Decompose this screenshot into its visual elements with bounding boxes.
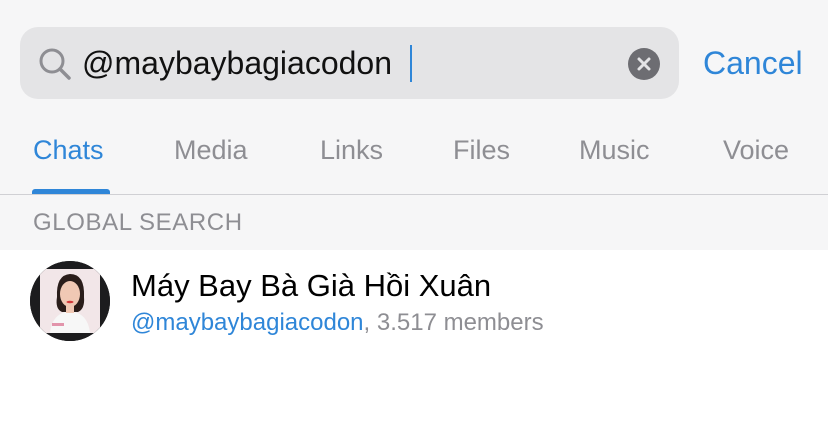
tab-voice[interactable]: Voice — [723, 130, 789, 170]
result-member-count: 3.517 members — [376, 309, 544, 336]
close-icon — [637, 57, 651, 71]
search-results-list: Máy Bay Bà Già Hồi Xuân @maybaybagiacodo… — [0, 250, 828, 428]
tab-media[interactable]: Media — [174, 130, 248, 170]
result-separator: , — [363, 309, 377, 336]
tabs-divider — [0, 194, 828, 195]
search-icon — [39, 48, 71, 80]
result-title: Máy Bay Bà Già Hồi Xuân — [131, 268, 492, 303]
result-subtitle: @maybaybagiacodon, 3.517 members — [131, 308, 544, 338]
tab-links[interactable]: Links — [320, 130, 383, 170]
result-username: @maybaybagiacodon — [131, 309, 364, 336]
avatar — [30, 261, 110, 341]
tab-chats[interactable]: Chats — [33, 130, 104, 170]
profile-photo-icon — [30, 261, 110, 341]
tab-music[interactable]: Music — [579, 130, 650, 170]
text-cursor — [410, 45, 412, 82]
clear-search-button[interactable] — [628, 48, 660, 80]
search-input[interactable]: @maybaybagiacodon — [82, 42, 392, 84]
search-result-row[interactable]: Máy Bay Bà Già Hồi Xuân @maybaybagiacodo… — [0, 250, 828, 341]
section-header-global-search: GLOBAL SEARCH — [33, 209, 243, 236]
cancel-button[interactable]: Cancel — [703, 42, 803, 84]
tab-files[interactable]: Files — [453, 130, 510, 170]
